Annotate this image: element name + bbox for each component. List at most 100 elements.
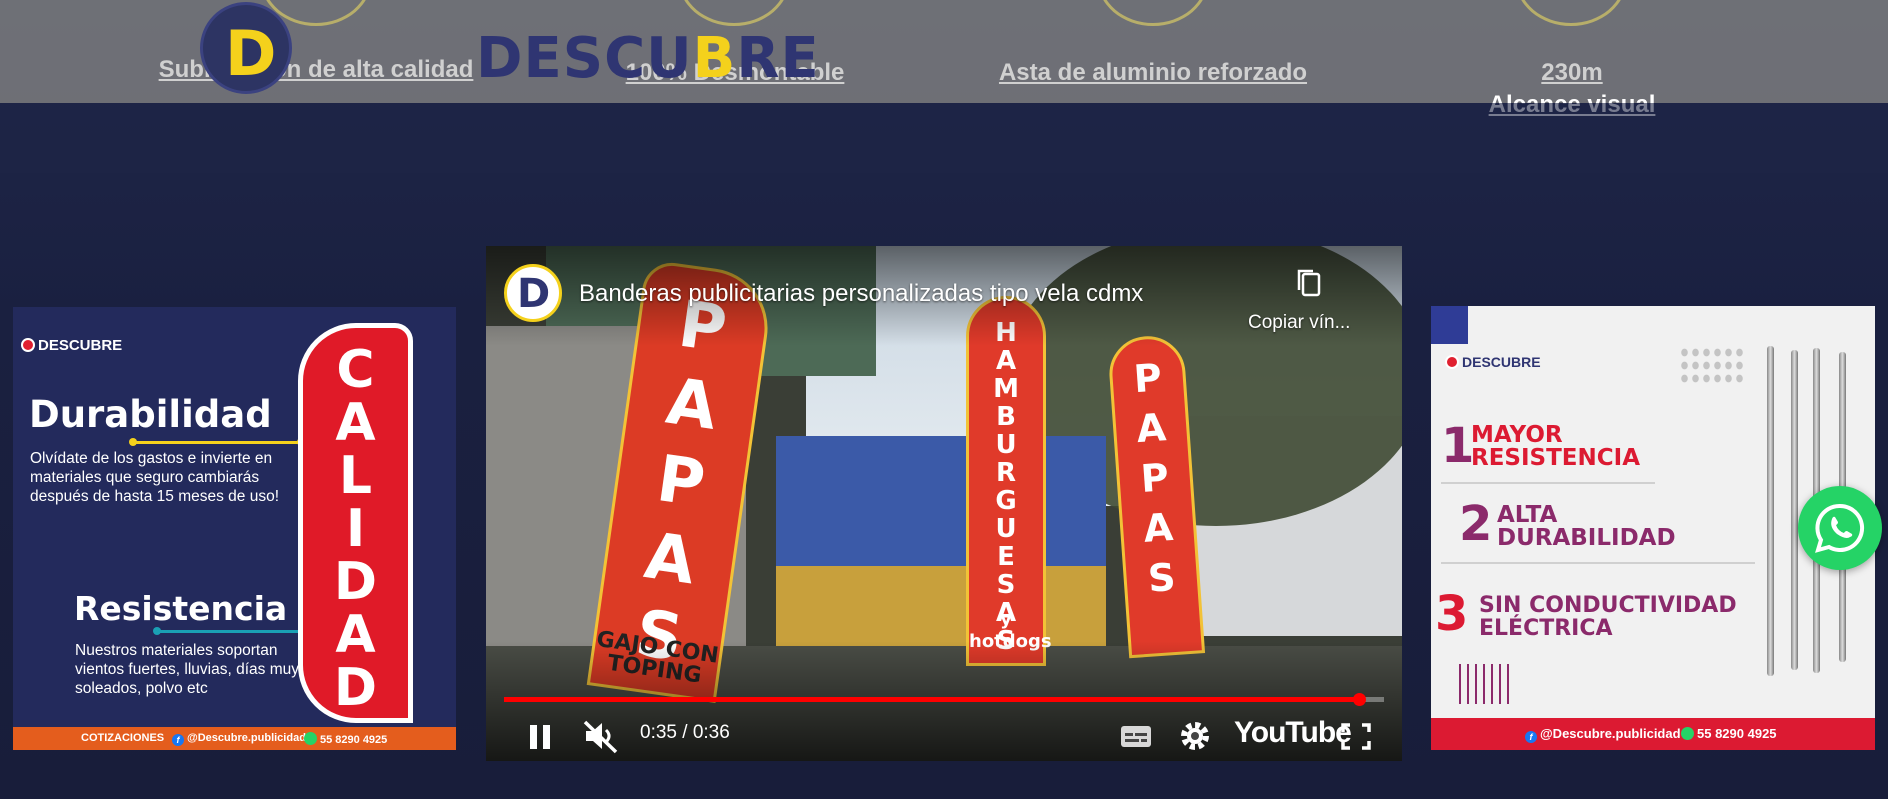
header-shadow-band xyxy=(0,103,1888,173)
footer-facebook: f @Descubre.publicidad xyxy=(1525,726,1681,743)
flag-letter: A xyxy=(1142,504,1175,551)
facebook-icon: f xyxy=(1525,731,1537,743)
banner-heading-durabilidad: Durabilidad xyxy=(29,393,272,436)
divider-line xyxy=(1441,562,1755,564)
copy-link-label[interactable]: Copiar vín... xyxy=(1248,312,1350,334)
flag-letter: L xyxy=(338,446,373,506)
logo-word-part: DESCU xyxy=(476,26,693,91)
banner-brand-label: DESCUBRE xyxy=(1462,354,1541,370)
list-item-line: ELÉCTRICA xyxy=(1479,616,1613,641)
divider-line xyxy=(155,630,313,633)
pole-segment xyxy=(1767,346,1774,676)
banner-text-resistencia: Nuestros materiales soportan vientos fue… xyxy=(75,642,299,697)
list-item-line: ALTA xyxy=(1497,502,1558,528)
flag-letter: R xyxy=(995,458,1017,488)
subtitles-icon[interactable] xyxy=(1118,716,1154,756)
flag-letter: A xyxy=(335,605,376,665)
list-item-text: ALTA DURABILIDAD xyxy=(1497,504,1676,550)
muted-volume-icon[interactable] xyxy=(580,716,622,756)
decorative-hatch xyxy=(1459,664,1515,704)
list-item-number: 1 xyxy=(1441,418,1475,474)
brand-logo-icon xyxy=(1445,355,1459,369)
banner-brand: DESCUBRE xyxy=(21,337,122,354)
feature-link-asta[interactable]: Asta de aluminio reforzado xyxy=(999,59,1307,87)
whatsapp-icon xyxy=(304,732,317,745)
footer-facebook-label: @Descubre.publicidad xyxy=(1540,726,1681,741)
feature-link-alcance-distance[interactable]: 230m xyxy=(1541,59,1602,87)
flag-letter: S xyxy=(996,570,1016,600)
flag-letter: M xyxy=(993,374,1019,404)
flag-letter: A xyxy=(995,346,1017,376)
logo-word-part: RE xyxy=(736,26,820,91)
video-progress-bar[interactable] xyxy=(504,693,1384,706)
footer-phone: 55 8290 4925 xyxy=(1681,726,1777,741)
flag-letter: D xyxy=(333,658,378,718)
facebook-icon: f xyxy=(172,734,184,746)
video-title[interactable]: Banderas publicitarias personalizadas ti… xyxy=(579,280,1143,308)
logo-letter: D xyxy=(225,17,277,90)
flag-letter: U xyxy=(995,430,1017,460)
header-bar: Sublimación de alta calidad 100% Desmont… xyxy=(0,0,1888,118)
footer-phone-label: 55 8290 4925 xyxy=(320,734,388,746)
list-item-number: 3 xyxy=(1435,586,1469,642)
banner-brand: DESCUBRE xyxy=(1445,354,1541,370)
pause-icon[interactable] xyxy=(520,716,560,756)
flag-vertical-text: CALIDAD xyxy=(303,344,408,715)
divider-line xyxy=(131,441,301,444)
banner-corner-accent xyxy=(1431,306,1468,344)
footer-phone: 55 8290 4925 xyxy=(304,732,387,746)
flag-letter: I xyxy=(345,499,366,559)
list-item-line: DURABILIDAD xyxy=(1497,525,1676,551)
pole-segment xyxy=(1791,350,1798,670)
list-item-number: 2 xyxy=(1459,496,1493,552)
whatsapp-chat-button[interactable] xyxy=(1798,486,1882,570)
feature-icon-circle xyxy=(1515,0,1627,26)
copy-icon[interactable] xyxy=(1296,268,1322,298)
youtube-logo[interactable]: YouTube xyxy=(1234,716,1352,750)
flag-letter: S xyxy=(1146,554,1177,601)
flag-letter: A xyxy=(1135,405,1168,452)
channel-avatar-letter: D xyxy=(517,271,551,317)
banner-heading-resistencia: Resistencia xyxy=(74,589,288,628)
footer-facebook: f @Descubre.publicidad xyxy=(172,732,306,746)
list-item-text: SIN CONDUCTIVIDAD ELÉCTRICA xyxy=(1479,594,1737,640)
banner-text-durabilidad: Olvídate de los gastos e invierte en mat… xyxy=(30,450,280,505)
footer-facebook-label: @Descubre.publicidad xyxy=(187,732,306,744)
youtube-video-player[interactable]: PAPAS GAJO CON TOPING HAMBURGUESAS y hot… xyxy=(486,246,1402,761)
feature-icon-circle xyxy=(678,0,790,26)
brand-logo-icon xyxy=(21,338,35,352)
flag-letter: P xyxy=(1132,355,1164,402)
video-scene-storefront xyxy=(776,436,1106,576)
settings-gear-icon[interactable] xyxy=(1176,716,1214,756)
divider-line xyxy=(1441,482,1655,484)
flag-letter: G xyxy=(995,486,1017,516)
site-logo-wordmark[interactable]: DESCUBRE xyxy=(476,26,820,91)
site-logo-emblem[interactable]: D xyxy=(200,2,292,94)
whatsapp-icon xyxy=(1815,503,1865,553)
flag-letter: E xyxy=(997,542,1015,572)
list-item-line: SIN CONDUCTIVIDAD xyxy=(1479,593,1737,618)
video-flag-text: PAPAS xyxy=(1110,337,1198,605)
video-flag-text: HAMBURGUESAS xyxy=(969,299,1043,655)
list-item-text: MAYOR RESISTENCIA xyxy=(1471,424,1640,470)
footer-phone-label: 55 8290 4925 xyxy=(1697,726,1777,741)
flag-letter: U xyxy=(995,514,1017,544)
fullscreen-icon[interactable] xyxy=(1338,716,1374,756)
flag-letter: D xyxy=(333,552,378,612)
footer-cotizaciones: COTIZACIONES xyxy=(81,732,165,744)
banner-footer: f @Descubre.publicidad 55 8290 4925 xyxy=(1431,718,1875,750)
flag-letter: A xyxy=(335,393,376,453)
divider-dot xyxy=(129,438,137,446)
left-promo-banner: DESCUBRE Durabilidad Olvídate de los gas… xyxy=(13,307,456,750)
list-item-line: RESISTENCIA xyxy=(1471,445,1640,471)
calidad-flag-graphic: CALIDAD xyxy=(298,323,413,723)
flag-letter: B xyxy=(996,402,1016,432)
banner-footer: COTIZACIONES f @Descubre.publicidad 55 82… xyxy=(13,727,456,750)
list-item-line: MAYOR xyxy=(1471,422,1563,448)
channel-avatar[interactable]: D xyxy=(504,264,562,322)
divider-dot xyxy=(153,627,161,635)
video-time-display: 0:35 / 0:36 xyxy=(640,722,730,743)
video-progress-fill xyxy=(504,697,1360,702)
feature-icon-circle xyxy=(1097,0,1209,26)
decorative-dot-grid xyxy=(1679,346,1745,386)
